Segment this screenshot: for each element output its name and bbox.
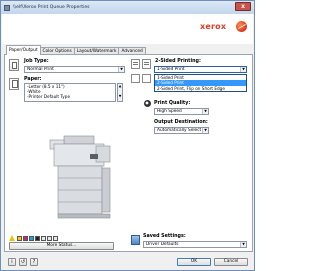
xerox-banner: xerox <box>2 14 253 44</box>
job-type-icon <box>9 59 19 71</box>
job-type-label: Job Type: <box>24 59 49 64</box>
job-type-select[interactable]: Normal Print ▼ <box>24 66 125 73</box>
toner-black-icon <box>35 236 40 241</box>
ok-button[interactable]: OK <box>177 258 211 266</box>
output-destination-select[interactable]: Automatically Select ▼ <box>154 127 209 134</box>
saved-settings-label: Saved Settings: <box>143 234 186 239</box>
scroll-up-icon[interactable]: ▲ <box>118 84 122 89</box>
paper-label: Paper: <box>24 77 42 82</box>
two-sided-select[interactable]: 1-Sided Print ▼ <box>154 66 247 73</box>
warning-icon <box>9 235 15 241</box>
output-destination-label: Output Destination: <box>154 120 208 125</box>
saved-settings-value: Driver Defaults <box>146 242 179 247</box>
printer-window-icon <box>4 4 10 11</box>
chevron-down-icon[interactable]: ▼ <box>202 128 208 133</box>
toner-magenta-icon <box>23 236 28 241</box>
saved-settings-select[interactable]: Driver Defaults ▼ <box>143 241 247 248</box>
tray-icon-2 <box>47 236 52 241</box>
two-sided-options-list[interactable]: 1-Sided Print 2-Sided Print 2-Sided Prin… <box>154 74 247 93</box>
two-sided-icon <box>142 59 151 69</box>
reset-button[interactable]: ↺ <box>19 258 27 266</box>
print-quality-icon <box>144 100 151 107</box>
help-button[interactable]: ? <box>30 258 38 266</box>
tray-icon <box>41 236 46 241</box>
job-type-value: Normal Print <box>27 67 54 72</box>
staple-icon <box>142 74 151 83</box>
option-two-sided-short-edge[interactable]: 2-Sided Print, Flip on Short Edge <box>155 86 246 91</box>
chevron-down-icon[interactable]: ▼ <box>202 109 208 114</box>
properties-window: \\elf\Xerox Print Queue Properties x xer… <box>0 0 255 271</box>
toner-cyan-icon <box>29 236 34 241</box>
two-sided-label: 2-Sided Printing: <box>155 59 201 64</box>
output-destination-value: Automatically Select <box>157 128 202 133</box>
paper-summary-box[interactable]: -Letter (8.5 x 11") -White -Printer Defa… <box>24 83 116 102</box>
paper-menu-button[interactable]: ▲ ▼ <box>117 83 123 102</box>
two-sided-value: 1-Sided Print <box>157 67 185 72</box>
print-quality-value: High Speed <box>157 109 182 114</box>
cancel-button[interactable]: Cancel <box>214 258 248 266</box>
xerox-logo: xerox <box>200 22 227 31</box>
toner-yellow-icon <box>17 236 22 241</box>
window-close-button[interactable]: x <box>235 2 251 11</box>
xerox-sphere-icon <box>236 21 247 32</box>
booklet-icon <box>131 74 140 83</box>
tab-paper-output[interactable]: Paper/Output <box>6 45 41 55</box>
printer-illustration <box>49 135 111 219</box>
chevron-down-icon[interactable]: ▼ <box>240 242 246 247</box>
print-quality-label: Print Quality: <box>154 101 191 106</box>
title-bar[interactable]: \\elf\Xerox Print Queue Properties x <box>1 1 254 14</box>
window-title: \\elf\Xerox Print Queue Properties <box>13 5 90 10</box>
paper-type-line: -Printer Default Type <box>27 94 71 99</box>
scroll-down-icon[interactable]: ▼ <box>118 94 122 99</box>
paper-icon <box>9 78 19 90</box>
one-sided-icon <box>131 59 140 69</box>
info-button[interactable]: i <box>8 258 16 266</box>
print-quality-select[interactable]: High Speed ▼ <box>154 108 209 115</box>
chevron-down-icon[interactable]: ▼ <box>240 67 246 72</box>
tray-icon-3 <box>53 236 58 241</box>
saved-settings-icon <box>131 235 140 245</box>
more-status-button[interactable]: More Status... <box>9 242 114 250</box>
chevron-down-icon[interactable]: ▼ <box>118 67 124 72</box>
